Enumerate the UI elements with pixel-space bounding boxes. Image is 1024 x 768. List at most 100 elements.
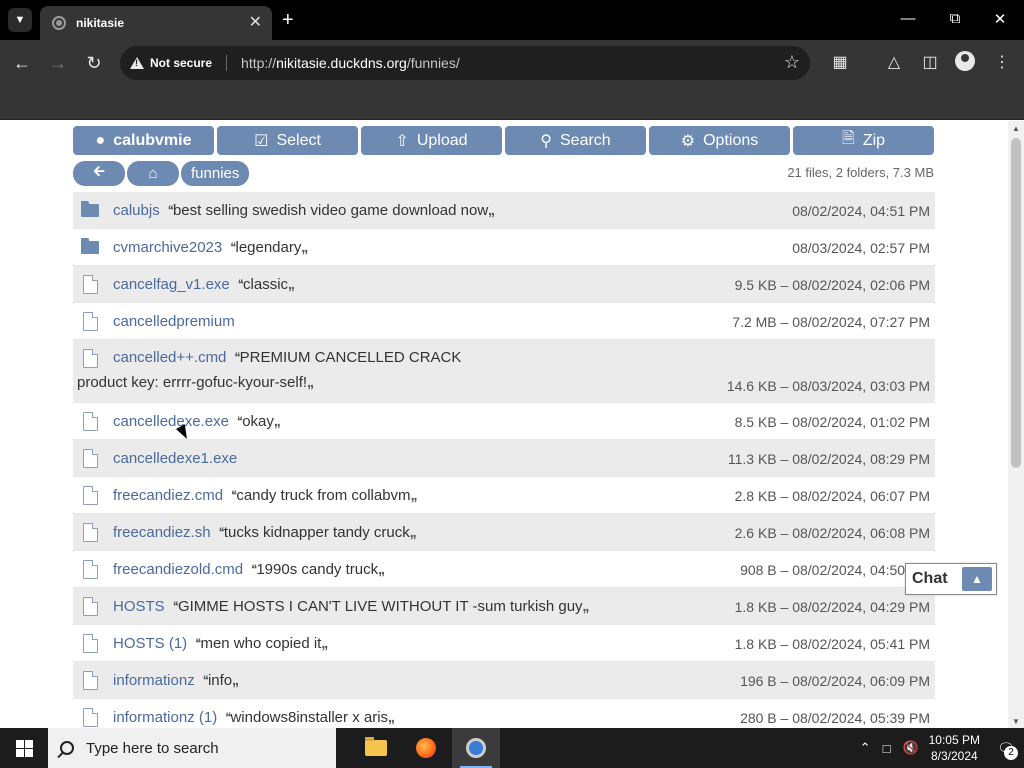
file-row[interactable]: HOSTS (1) ‘‘men who copied it,, 1.8 KB – 0…: [73, 625, 935, 662]
chat-widget[interactable]: Chat ▲: [905, 563, 997, 595]
description-text: GIMME HOSTS I CAN'T LIVE WITHOUT IT -sum…: [177, 597, 583, 615]
description-text: windows8installer x aris: [230, 708, 389, 726]
taskbar-search-box[interactable]: Type here to search: [48, 728, 336, 768]
search-button[interactable]: ⚲ Search: [505, 126, 646, 155]
file-row[interactable]: HOSTS ‘‘GIMME HOSTS I CAN'T LIVE WITHOUT …: [73, 588, 935, 625]
file-row[interactable]: cancelled++.cmd ‘‘PREMIUM CANCELLED CRACK…: [73, 340, 935, 403]
file-meta: 1.8 KB – 08/02/2024, 05:41 PM: [734, 636, 930, 652]
file-row[interactable]: freecandiezold.cmd ‘‘1990s candy truck,, 9…: [73, 551, 935, 588]
chat-expand-icon[interactable]: ▲: [962, 567, 992, 591]
close-tab-icon[interactable]: ✕: [249, 15, 262, 31]
taskbar-clock[interactable]: 10:05 PM 8/3/2024: [929, 732, 980, 764]
notification-center-icon[interactable]: 🗨2: [988, 728, 1024, 768]
file-name-link[interactable]: informationz: [113, 672, 195, 689]
file-name-link[interactable]: cancelfag_v1.exe: [113, 276, 230, 293]
bookmark-bar: [0, 86, 1024, 120]
upload-button[interactable]: ⇧ Upload: [361, 126, 502, 155]
file-row[interactable]: cancelfag_v1.exe ‘‘classic,, 9.5 KB – 08/0…: [73, 266, 935, 303]
close-quote: ,,: [409, 523, 417, 540]
file-icon: [81, 634, 101, 653]
volume-muted-icon[interactable]: 🔇: [902, 740, 918, 756]
breadcrumb-back[interactable]: 🡰: [73, 161, 125, 186]
file-name-link[interactable]: cancelled++.cmd: [113, 349, 226, 366]
tab-strip: ▼ nikitasie ✕ + — ⧉ ✕: [0, 0, 1024, 40]
close-quote: ,,: [273, 412, 281, 429]
window-close-icon[interactable]: ✕: [985, 10, 1015, 28]
zip-icon: 🗎: [841, 130, 855, 147]
restore-icon[interactable]: ⧉: [940, 10, 970, 27]
file-row[interactable]: freecandiez.cmd ‘‘candy truck from collab…: [73, 477, 935, 514]
file-row[interactable]: informationz (1) ‘‘windows8installer x ar…: [73, 699, 935, 728]
tray-chevron-up-icon[interactable]: ⌃: [860, 740, 871, 756]
breadcrumb-current-folder[interactable]: funnies: [181, 161, 250, 186]
new-tab-plus-icon[interactable]: +: [282, 8, 294, 32]
file-meta: 2.8 KB – 08/02/2024, 06:07 PM: [734, 488, 930, 504]
file-name-link[interactable]: calubjs: [113, 202, 160, 219]
minimize-icon[interactable]: —: [893, 10, 923, 27]
taskbar-file-explorer[interactable]: [352, 728, 400, 768]
file-row[interactable]: informationz ‘‘info,, 196 B – 08/02/2024, …: [73, 662, 935, 699]
description-text: okay: [242, 412, 274, 430]
description-text: 1990s candy truck: [256, 560, 379, 578]
page-viewport: ● calubvmie ☑ Select ⇧ Upload ⚲ Search ⚙ Options 🗎…: [0, 121, 1008, 728]
file-name-link[interactable]: HOSTS: [113, 598, 165, 615]
description-text: product key: errrr-gofuc-kyour-self!: [77, 374, 308, 391]
folder-row[interactable]: calubjs ‘‘best selling swedish video game…: [73, 192, 935, 229]
user-button[interactable]: ● calubvmie: [73, 126, 214, 155]
security-label[interactable]: Not secure: [150, 56, 212, 70]
breadcrumb-home[interactable]: ⌂: [127, 161, 179, 186]
system-tray: ⌃ □ 🔇 10:05 PM 8/3/2024 🗨2: [854, 728, 1024, 768]
clock-date: 8/3/2024: [930, 749, 978, 763]
network-icon[interactable]: □: [883, 741, 891, 756]
taskbar-firefox[interactable]: [402, 728, 450, 768]
description-text: PREMIUM CANCELLED CRACK: [239, 349, 462, 366]
close-quote: ,,: [321, 634, 328, 651]
side-panel-icon[interactable]: ◫: [918, 51, 942, 75]
options-button[interactable]: ⚙ Options: [649, 126, 790, 155]
file-description: ‘‘info,,: [203, 672, 239, 689]
file-icon: [81, 275, 101, 294]
file-meta: 196 B – 08/02/2024, 06:09 PM: [740, 673, 930, 689]
file-name-link[interactable]: freecandiezold.cmd: [113, 561, 243, 578]
scroll-thumb[interactable]: [1011, 138, 1021, 468]
firefox-icon: [416, 738, 436, 758]
tab-active[interactable]: nikitasie ✕: [40, 6, 272, 40]
profile-avatar-icon[interactable]: [955, 51, 975, 71]
upload-icon: ⇧: [395, 132, 409, 150]
file-row[interactable]: freecandiez.sh ‘‘tucks kidnapper tandy cr…: [73, 514, 935, 551]
tab-search-chevron-icon[interactable]: ▼: [8, 8, 32, 32]
file-name-link[interactable]: cancelledpremium: [113, 313, 235, 330]
zip-button[interactable]: 🗎 Zip: [793, 126, 934, 155]
folder-row[interactable]: cvmarchive2023 ‘‘legendary,, 08/03/2024, 0…: [73, 229, 935, 266]
back-arrow-icon[interactable]: ←: [10, 51, 34, 75]
file-meta: 2.6 KB – 08/02/2024, 06:08 PM: [734, 525, 930, 541]
scroll-up-icon[interactable]: ▲: [1012, 124, 1020, 133]
select-button[interactable]: ☑ Select: [217, 126, 358, 155]
file-row[interactable]: cancelledexe.exe ‘‘okay,, 8.5 KB – 08/02/2…: [73, 403, 935, 440]
taskbar-chrome[interactable]: [452, 728, 500, 768]
start-windows-icon[interactable]: [0, 728, 48, 768]
page-scrollbar[interactable]: ▲ ▼: [1008, 121, 1024, 728]
url-text[interactable]: http://nikitasie.duckdns.org/funnies/: [241, 55, 460, 71]
more-menu-icon[interactable]: ⋮: [990, 51, 1014, 75]
file-name-link[interactable]: informationz (1): [113, 709, 217, 726]
reload-icon[interactable]: ↻: [82, 51, 106, 75]
description-text: candy truck from collabvm: [236, 486, 411, 504]
address-bar[interactable]: Not secure http://nikitasie.duckdns.org/…: [120, 46, 810, 80]
file-row[interactable]: cancelledpremium 7.2 MB – 08/02/2024, 07:…: [73, 303, 935, 340]
labs-flask-icon[interactable]: △: [882, 51, 906, 75]
scroll-down-icon[interactable]: ▼: [1012, 717, 1020, 726]
forward-arrow-icon[interactable]: →: [46, 51, 70, 75]
file-name-link[interactable]: freecandiez.cmd: [113, 487, 223, 504]
file-name-link[interactable]: cancelledexe.exe: [113, 413, 229, 430]
warning-triangle-icon: [130, 57, 144, 69]
bookmark-star-icon[interactable]: ☆: [784, 52, 800, 73]
file-row[interactable]: cancelledexe1.exe 11.3 KB – 08/02/2024, 0…: [73, 440, 935, 477]
file-name-link[interactable]: cvmarchive2023: [113, 239, 222, 256]
file-name-link[interactable]: cancelledexe1.exe: [113, 450, 237, 467]
url-host: nikitasie.duckdns.org: [276, 55, 407, 71]
file-name-link[interactable]: freecandiez.sh: [113, 524, 211, 541]
file-name-link[interactable]: HOSTS (1): [113, 635, 187, 652]
extensions-puzzle-icon[interactable]: ▦: [828, 51, 852, 75]
op-label: Upload: [416, 131, 468, 149]
